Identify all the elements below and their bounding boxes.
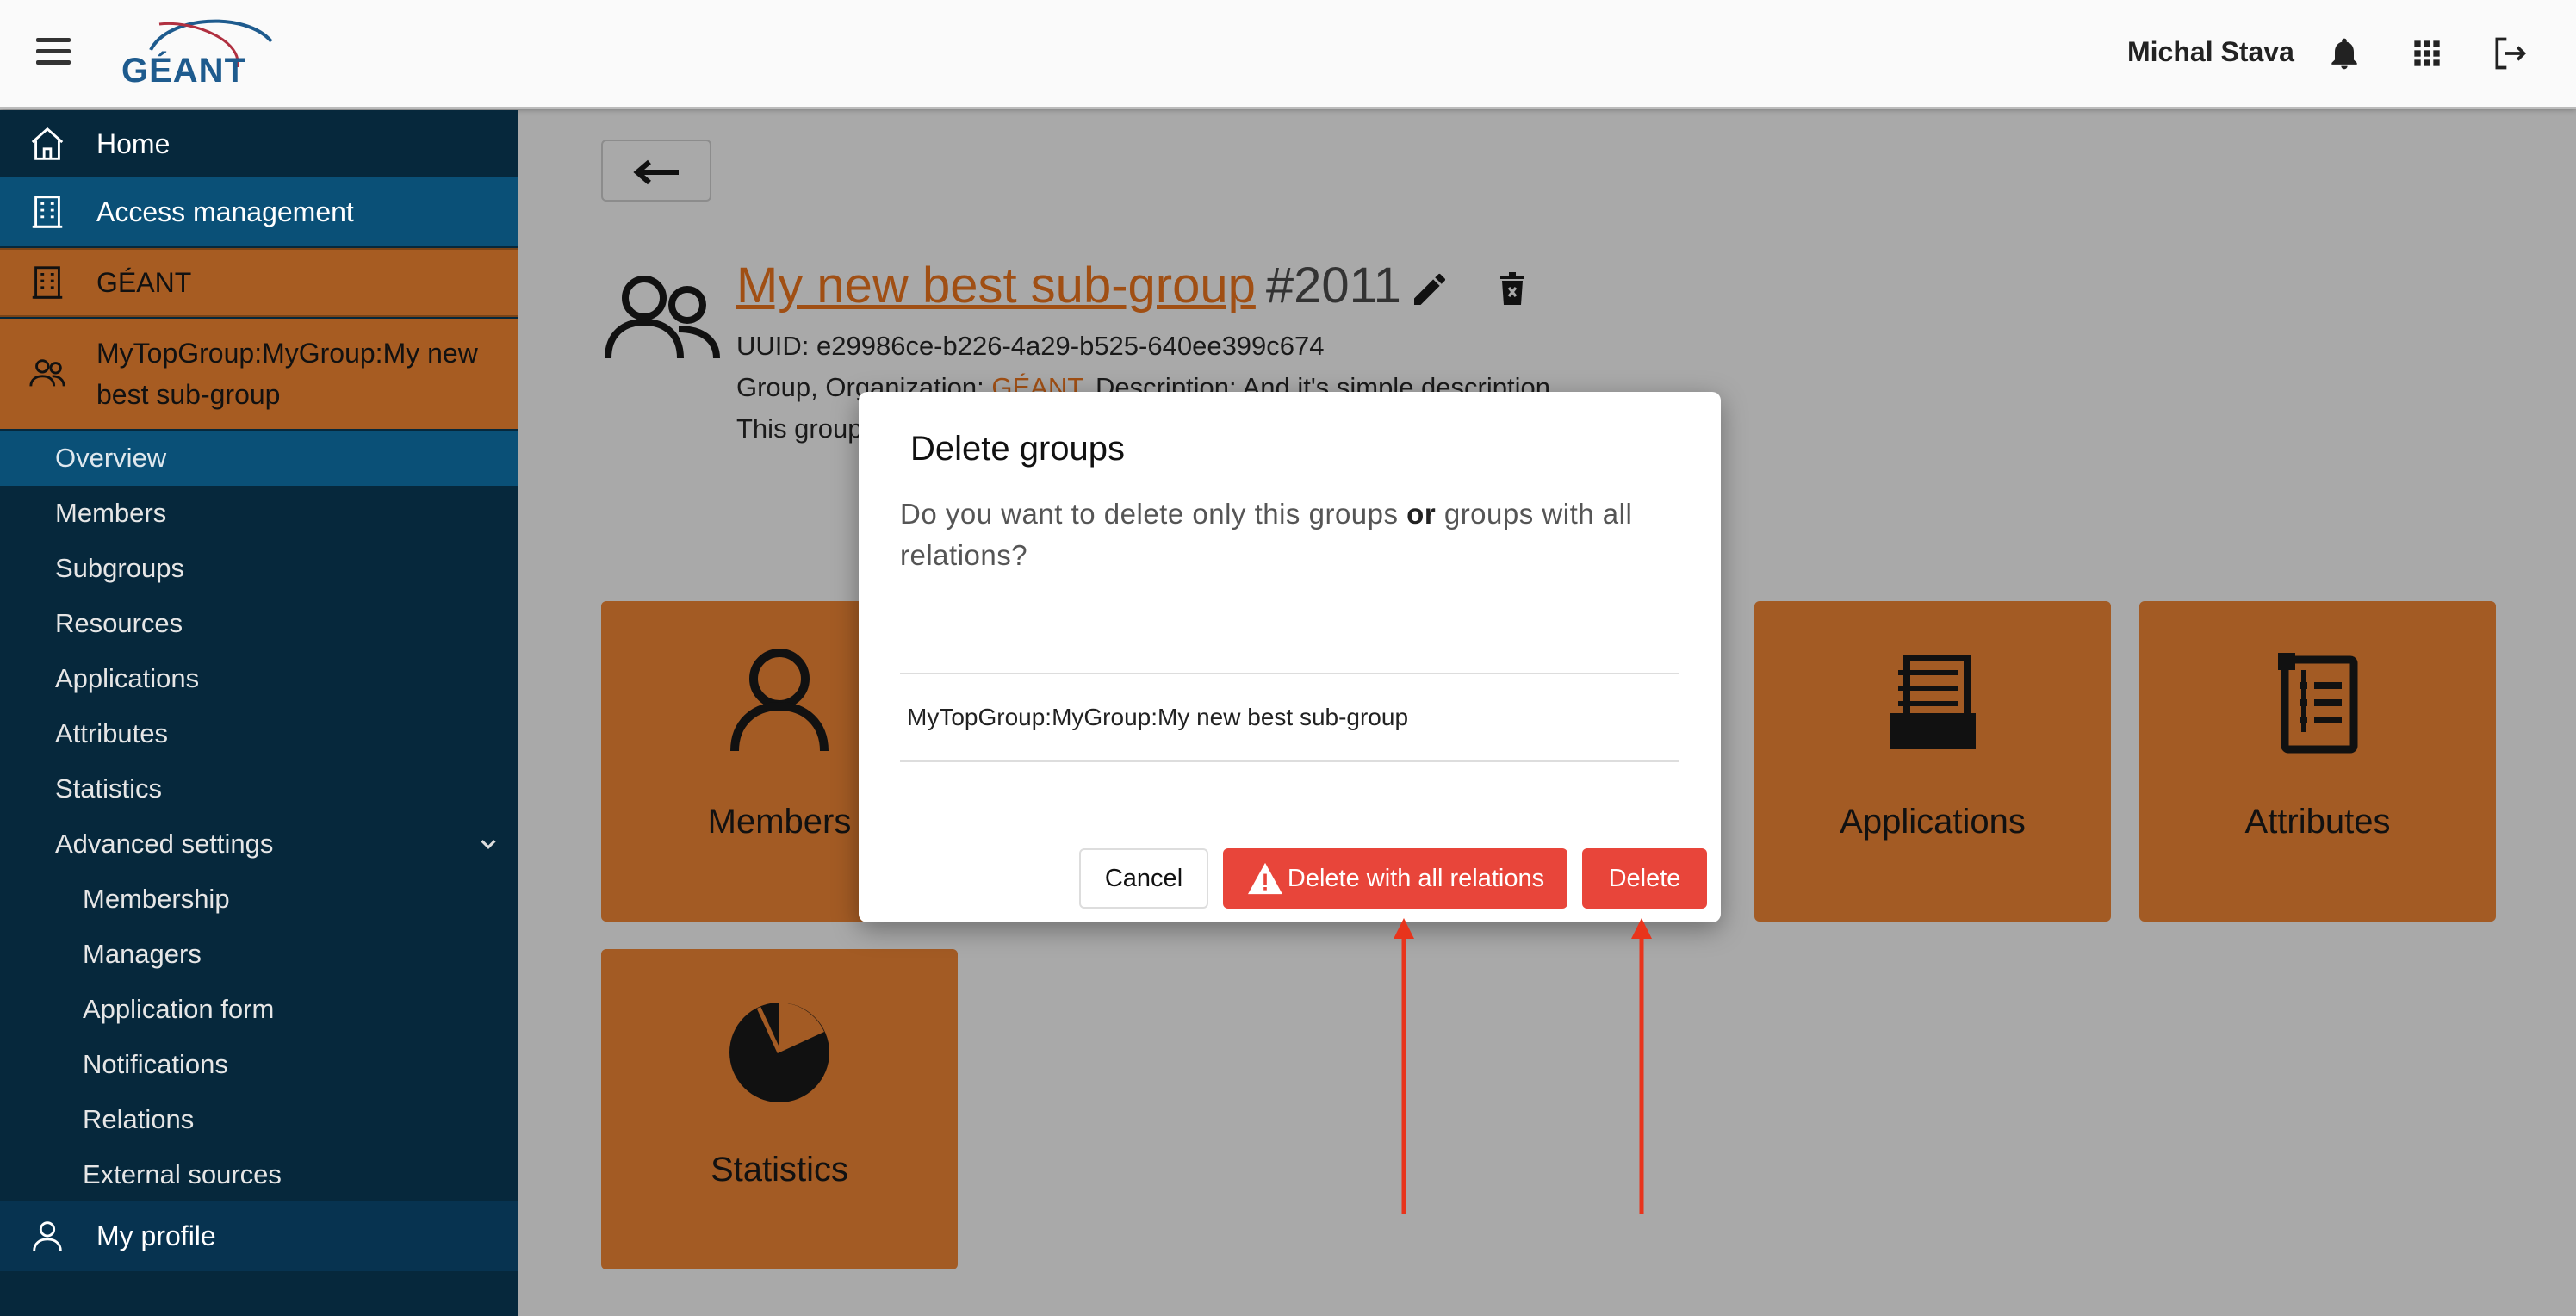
sidebar-item-label: Applications	[55, 663, 200, 693]
sidebar-item-label: Statistics	[55, 773, 163, 804]
applications-icon	[1890, 655, 1976, 749]
sidebar-item-relations[interactable]: Relations	[0, 1092, 518, 1147]
sidebar-item-my-profile[interactable]: My profile	[0, 1201, 518, 1271]
group-uuid: UUID: e29986ce-b226-4a29-b525-640ee399c6…	[736, 331, 1325, 361]
annotation-arrow-delete-all	[1394, 918, 1414, 1214]
arrow-left-icon	[633, 159, 679, 185]
logout-icon[interactable]	[2491, 34, 2529, 72]
sidebar-item-members[interactable]: Members	[0, 486, 518, 541]
sidebar-item-label: Access management	[96, 196, 354, 227]
sidebar-item-home[interactable]: Home	[0, 110, 518, 177]
sidebar-item-label: Members	[55, 498, 167, 528]
delete-icon[interactable]	[1492, 269, 1533, 310]
menu-icon[interactable]	[36, 38, 71, 65]
sidebar-item-notifications[interactable]: Notifications	[0, 1037, 518, 1092]
sidebar-item-label: My profile	[96, 1220, 216, 1251]
delete-groups-dialog: Delete groups Do you want to delete only…	[859, 392, 1721, 922]
sidebar-item-access-management[interactable]: Access management	[0, 177, 518, 246]
sidebar-item-external-sources[interactable]: External sources	[0, 1147, 518, 1202]
sidebar-item-label: Attributes	[55, 718, 168, 748]
attributes-icon	[2278, 653, 2358, 754]
home-icon	[31, 127, 64, 160]
bell-icon[interactable]	[2325, 34, 2363, 72]
tile-label: Statistics	[710, 1151, 849, 1189]
message-text: Do you want to delete only this groups	[900, 498, 1407, 530]
group-id: #2011	[1265, 258, 1401, 313]
sidebar-item-label: Resources	[55, 608, 183, 638]
sidebar-item-label: MyTopGroup:MyGroup:My new best sub-group	[96, 338, 478, 410]
dialog-title: Delete groups	[910, 430, 1126, 468]
warning-icon	[1247, 862, 1282, 895]
back-button[interactable]	[601, 140, 711, 202]
dialog-message: Do you want to delete only this groups o…	[900, 494, 1675, 576]
button-label: Cancel	[1104, 864, 1183, 892]
sidebar-item-applications[interactable]: Applications	[0, 651, 518, 706]
user-name[interactable]: Michal Stava	[2127, 36, 2294, 68]
tile-applications[interactable]: Applications	[1754, 601, 2111, 922]
user-icon	[33, 1221, 62, 1251]
page-title: My new best sub-group #2011	[736, 257, 1401, 314]
building-icon	[32, 196, 63, 228]
button-label: Delete with all relations	[1287, 864, 1545, 892]
logo-text: GÉANT	[121, 52, 246, 90]
sidebar-item-statistics[interactable]: Statistics	[0, 761, 518, 816]
tile-label: Attributes	[2244, 803, 2391, 841]
sidebar: Home Access management GÉANT MyTopGroup:…	[0, 110, 518, 1316]
delete-with-all-relations-button[interactable]: Delete with all relations	[1223, 848, 1567, 909]
sidebar-item-overview[interactable]: Overview	[0, 431, 518, 486]
sidebar-item-label: GÉANT	[96, 266, 192, 298]
top-bar: GÉANT Michal Stava	[0, 0, 2576, 109]
sidebar-item-attributes[interactable]: Attributes	[0, 706, 518, 761]
group-name-link[interactable]: My new best sub-group	[736, 258, 1256, 313]
delete-button[interactable]: Delete	[1582, 848, 1707, 909]
tile-statistics[interactable]: Statistics	[601, 949, 958, 1269]
member-icon	[730, 649, 829, 752]
annotation-arrow-delete	[1631, 918, 1652, 1214]
sidebar-item-label: Overview	[55, 443, 167, 473]
chevron-down-icon	[481, 840, 496, 849]
sidebar-item-resources[interactable]: Resources	[0, 596, 518, 651]
group-icon	[605, 276, 720, 359]
sidebar-item-membership[interactable]: Membership	[0, 872, 518, 927]
button-label: Delete	[1608, 864, 1681, 892]
group-info-line3: This group	[736, 413, 863, 444]
sidebar-item-managers[interactable]: Managers	[0, 927, 518, 982]
pie-chart-icon	[729, 1003, 829, 1102]
sidebar-item-label: External sources	[83, 1159, 282, 1189]
sidebar-item-label: Relations	[83, 1104, 195, 1134]
tile-label: Applications	[1840, 803, 2026, 841]
sidebar-item-organization[interactable]: GÉANT	[0, 248, 518, 317]
sidebar-item-label: Advanced settings	[55, 829, 274, 859]
sidebar-item-group[interactable]: MyTopGroup:MyGroup:My new best sub-group	[0, 319, 518, 429]
sidebar-item-label: Subgroups	[55, 553, 184, 583]
group-list-item: MyTopGroup:MyGroup:My new best sub-group	[907, 704, 1409, 730]
divider	[900, 673, 1679, 674]
sidebar-item-advanced-settings[interactable]: Advanced settings	[0, 816, 518, 872]
geant-logo[interactable]: GÉANT	[116, 16, 280, 90]
tile-attributes[interactable]: Attributes	[2139, 601, 2496, 922]
message-emphasis: or	[1406, 498, 1437, 530]
sidebar-item-application-form[interactable]: Application form	[0, 982, 518, 1037]
sidebar-item-label: Application form	[83, 994, 275, 1024]
sidebar-item-label: Notifications	[83, 1049, 228, 1079]
group-icon	[29, 359, 65, 387]
apps-grid-icon[interactable]	[2408, 34, 2446, 72]
divider	[900, 760, 1679, 762]
sidebar-item-label: Managers	[83, 939, 202, 969]
sidebar-item-label: Membership	[83, 884, 230, 914]
building-icon	[32, 266, 63, 299]
cancel-button[interactable]: Cancel	[1079, 848, 1208, 909]
sidebar-item-label: Home	[96, 127, 171, 159]
sidebar-item-subgroups[interactable]: Subgroups	[0, 541, 518, 596]
edit-icon[interactable]	[1409, 269, 1450, 310]
